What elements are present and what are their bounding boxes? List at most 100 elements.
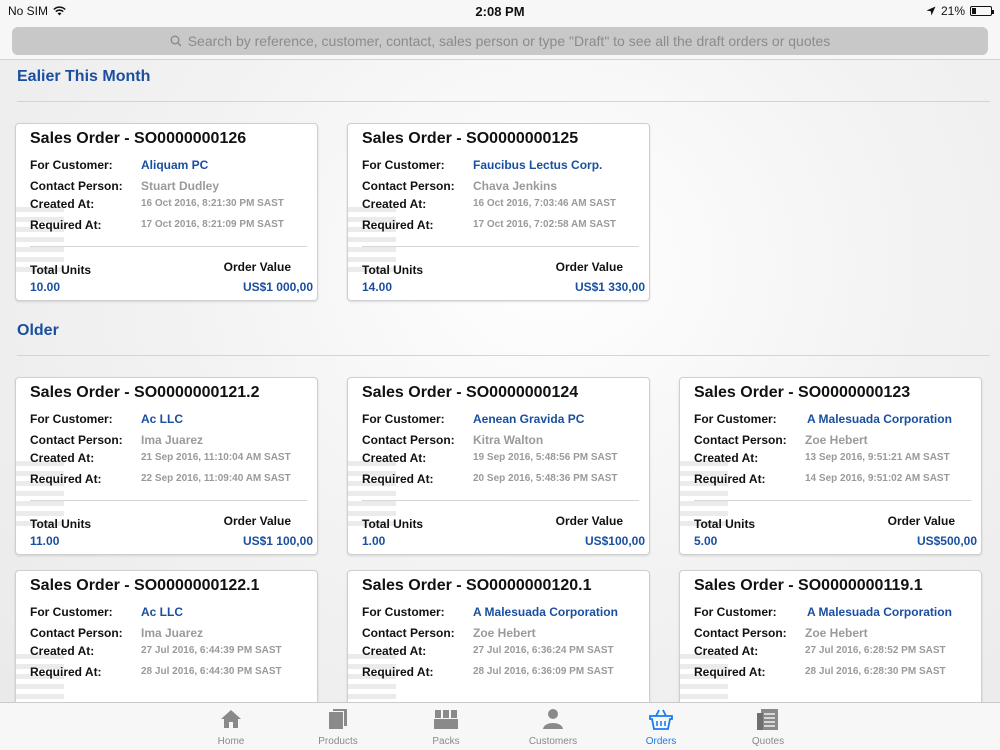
created-row: Created At: 16 Oct 2016, 8:21:30 PM SAST	[30, 197, 284, 211]
tab-quotes[interactable]: Quotes	[733, 703, 803, 750]
card-divider	[30, 246, 307, 247]
required-value: 14 Sep 2016, 9:51:02 AM SAST	[805, 473, 950, 484]
total-units-value: 14.00	[362, 280, 393, 294]
contact-row: Contact Person: Zoe Hebert	[362, 626, 536, 640]
created-value: 21 Sep 2016, 11:10:04 AM SAST	[141, 452, 291, 463]
contact-value: Chava Jenkins	[473, 179, 558, 193]
contact-label: Contact Person:	[30, 433, 123, 447]
order-value-label: Order Value	[223, 514, 291, 528]
section-divider	[17, 101, 990, 102]
required-label: Required At:	[362, 472, 434, 486]
required-row: Required At: 20 Sep 2016, 5:48:36 PM SAST	[362, 472, 618, 486]
customer-row: For Customer: A Malesuada Corporation	[362, 605, 618, 619]
order-value-label: Order Value	[223, 260, 291, 274]
customer-link[interactable]: Aliquam PC	[141, 158, 208, 172]
contact-label: Contact Person:	[30, 179, 123, 193]
required-value: 17 Oct 2016, 8:21:09 PM SAST	[141, 219, 284, 230]
card-divider	[362, 500, 639, 501]
tab-packs[interactable]: Packs	[411, 703, 481, 750]
customer-link[interactable]: Ac LLC	[141, 412, 183, 426]
tab-products[interactable]: Products	[303, 703, 373, 750]
home-icon	[221, 710, 241, 728]
customer-link[interactable]: Aenean Gravida PC	[473, 412, 584, 426]
order-card[interactable]: Sales Order - SO0000000124 For Customer:…	[347, 377, 650, 555]
customer-link[interactable]: A Malesuada Corporation	[807, 605, 952, 619]
search-input[interactable]: Search by reference, customer, contact, …	[12, 27, 988, 55]
total-units-label: Total Units	[362, 263, 424, 277]
created-value: 27 Jul 2016, 6:44:39 PM SAST	[141, 645, 282, 656]
tab-home[interactable]: Home	[196, 703, 266, 750]
created-value: 16 Oct 2016, 8:21:30 PM SAST	[141, 198, 284, 209]
section-divider	[17, 355, 990, 356]
required-row: Required At: 14 Sep 2016, 9:51:02 AM SAST	[694, 472, 950, 486]
created-value: 19 Sep 2016, 5:48:56 PM SAST	[473, 452, 618, 463]
card-watermark	[348, 202, 396, 272]
order-card[interactable]: Sales Order - SO0000000126 For Customer:…	[15, 123, 318, 301]
contact-value: Ima Juarez	[141, 626, 204, 640]
packs-icon	[434, 710, 458, 729]
tab-label: Packs	[432, 736, 460, 747]
customer-label: For Customer:	[30, 605, 113, 619]
contact-label: Contact Person:	[362, 179, 455, 193]
order-title: Sales Order - SO0000000124	[362, 384, 579, 401]
required-value: 28 Jul 2016, 6:44:30 PM SAST	[141, 666, 282, 677]
customer-link[interactable]: A Malesuada Corporation	[807, 412, 952, 426]
section-title-older: Older	[17, 322, 59, 339]
location-arrow-icon	[926, 6, 936, 16]
contact-row: Contact Person: Zoe Hebert	[694, 626, 868, 640]
required-label: Required At:	[362, 218, 434, 232]
contact-value: Zoe Hebert	[473, 626, 536, 640]
contact-row: Contact Person: Ima Juarez	[30, 626, 203, 640]
customer-label: For Customer:	[362, 605, 445, 619]
customer-row: For Customer: Aenean Gravida PC	[362, 412, 584, 426]
order-value-amount: US$1 000,00	[242, 280, 313, 294]
total-units-value: 5.00	[694, 534, 718, 548]
required-label: Required At:	[30, 472, 102, 486]
created-row: Created At: 13 Sep 2016, 9:51:21 AM SAST	[694, 451, 950, 465]
customer-label: For Customer:	[694, 605, 777, 619]
order-card[interactable]: Sales Order - SO0000000123 For Customer:…	[679, 377, 982, 555]
customer-row: For Customer: Ac LLC	[30, 412, 183, 426]
order-value-amount: US$1 100,00	[242, 534, 313, 548]
customer-link[interactable]: Ac LLC	[141, 605, 183, 619]
created-label: Created At:	[30, 197, 95, 211]
card-watermark	[16, 456, 64, 526]
search-area: Search by reference, customer, contact, …	[0, 22, 1000, 60]
card-divider	[30, 500, 307, 501]
contact-value: Zoe Hebert	[805, 433, 868, 447]
required-row: Required At: 17 Oct 2016, 7:02:58 AM SAST	[362, 218, 616, 232]
required-row: Required At: 17 Oct 2016, 8:21:09 PM SAST	[30, 218, 284, 232]
customer-label: For Customer:	[30, 412, 113, 426]
order-value-amount: US$500,00	[916, 534, 977, 548]
orders-basket-icon	[649, 709, 673, 730]
order-title: Sales Order - SO0000000126	[30, 130, 247, 147]
customer-row: For Customer: Faucibus Lectus Corp.	[362, 158, 602, 172]
search-placeholder: Search by reference, customer, contact, …	[187, 33, 831, 49]
tab-label: Customers	[528, 736, 578, 747]
contact-value: Zoe Hebert	[805, 626, 868, 640]
required-row: Required At: 28 Jul 2016, 6:44:30 PM SAST	[30, 665, 282, 679]
required-row: Required At: 22 Sep 2016, 11:09:40 AM SAS…	[30, 472, 291, 486]
customer-link[interactable]: A Malesuada Corporation	[473, 605, 618, 619]
order-value-label: Order Value	[555, 260, 623, 274]
customer-link[interactable]: Faucibus Lectus Corp.	[473, 158, 602, 172]
tab-orders[interactable]: Orders	[626, 703, 696, 750]
tab-customers[interactable]: Customers	[518, 703, 588, 750]
order-card[interactable]: Sales Order - SO0000000125 For Customer:…	[347, 123, 650, 301]
total-units-label: Total Units	[694, 517, 756, 531]
section-title-recent: Ealier This Month	[17, 68, 151, 85]
created-value: 16 Oct 2016, 7:03:46 AM SAST	[473, 198, 617, 209]
required-value: 28 Jul 2016, 6:28:30 PM SAST	[805, 666, 946, 677]
tab-label: Orders	[645, 736, 677, 747]
contact-label: Contact Person:	[30, 626, 123, 640]
tab-label: Products	[318, 736, 358, 747]
total-units-label: Total Units	[30, 517, 92, 531]
battery-percent: 21%	[940, 4, 965, 18]
total-units-value: 10.00	[30, 280, 61, 294]
required-label: Required At:	[694, 665, 766, 679]
contact-label: Contact Person:	[694, 433, 787, 447]
order-value-amount: US$100,00	[584, 534, 645, 548]
card-watermark	[348, 456, 396, 526]
created-label: Created At:	[362, 197, 427, 211]
order-card[interactable]: Sales Order - SO0000000121.2 For Custome…	[15, 377, 318, 555]
